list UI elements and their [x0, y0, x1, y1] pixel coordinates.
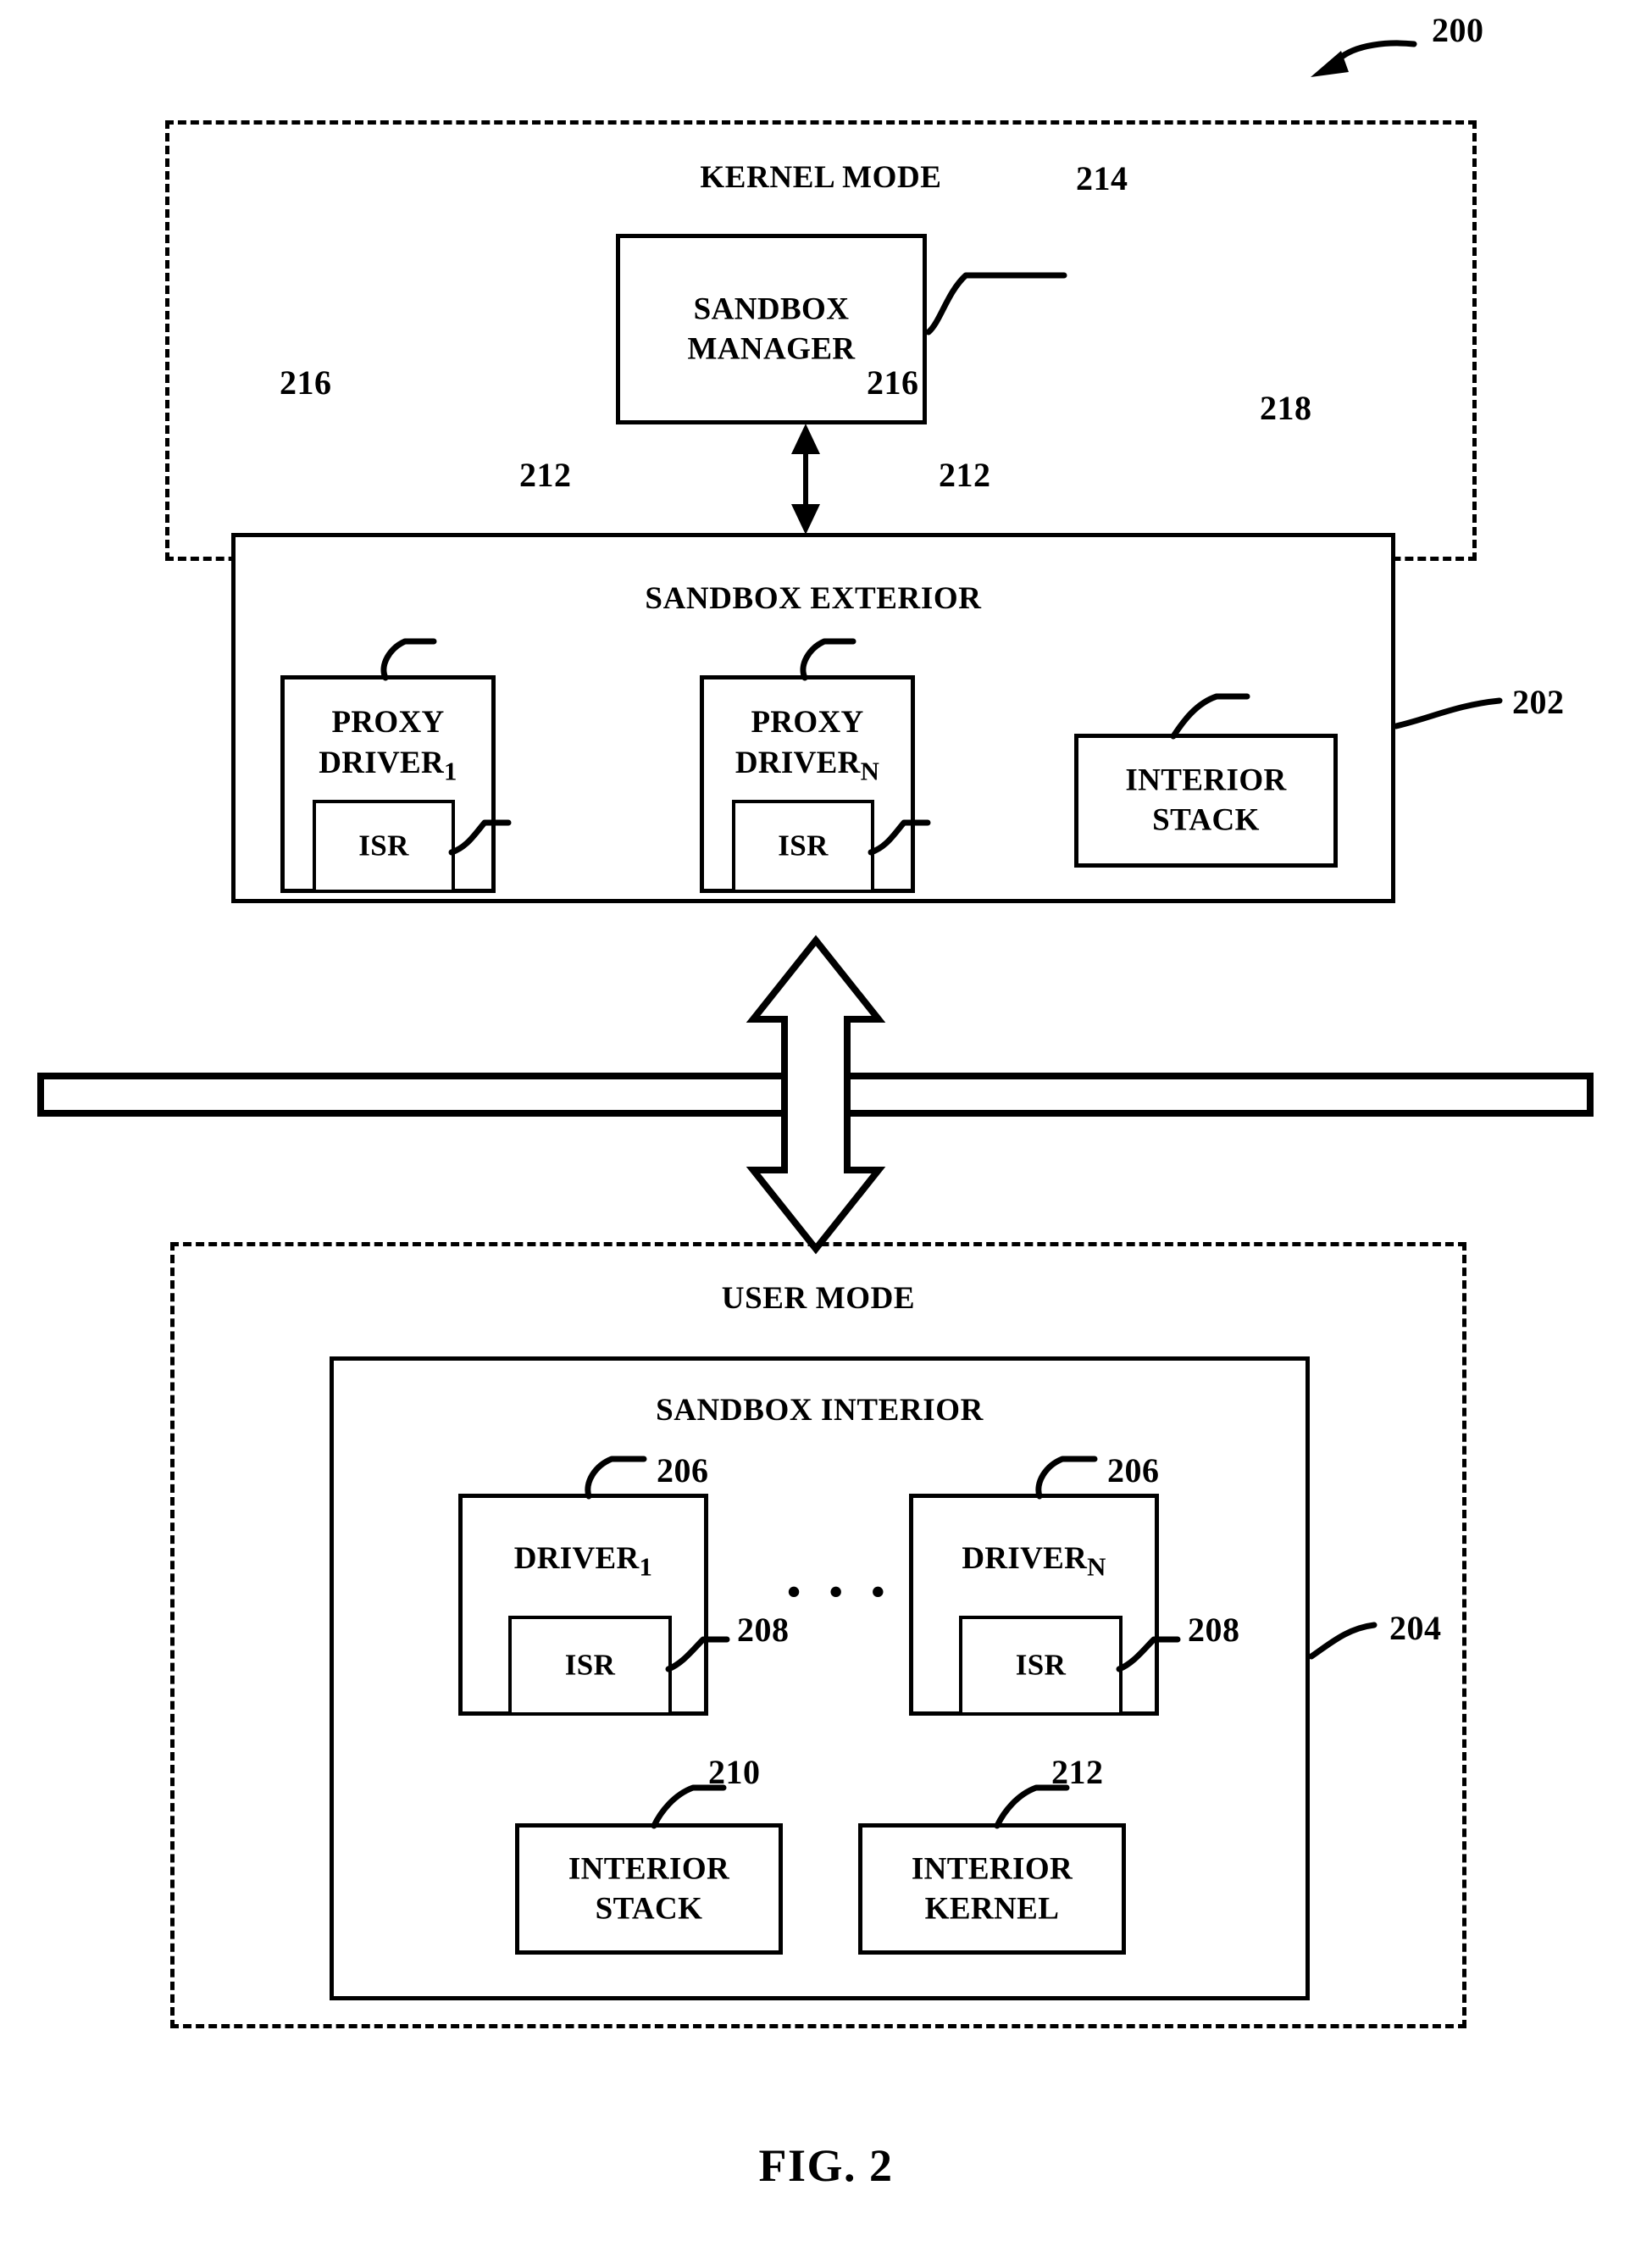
kernel-user-transition-arrow	[746, 935, 886, 1255]
proxy-driver-n-label-line1: PROXY	[751, 705, 864, 740]
proxy-driver-1-label-line1: PROXY	[331, 705, 445, 740]
ref-208-driver-n: 208	[1188, 1611, 1240, 1649]
ref-206-second: 206	[1107, 1451, 1160, 1489]
proxy-driver-1-isr-label: ISR	[358, 829, 409, 862]
proxy-driver-n-isr-box[interactable]: ISR	[732, 800, 874, 893]
sandbox-manager-label-line1: SANDBOX	[693, 291, 850, 327]
sandbox-interior-title: SANDBOX INTERIOR	[656, 1393, 984, 1428]
sandbox-manager-label: SANDBOX MANAGER	[620, 289, 923, 369]
driver-n-label-text: DRIVERN	[962, 1541, 1106, 1582]
ref-216-first: 216	[280, 363, 332, 402]
sandbox-manager-label-line2: MANAGER	[687, 331, 856, 367]
drivers-ellipsis: • • •	[787, 1570, 895, 1613]
ref-210: 210	[708, 1753, 761, 1791]
ref-200-leader-arrow	[1311, 40, 1417, 77]
interior-kernel-label: INTERIOR KERNEL	[862, 1849, 1122, 1929]
interior-kernel-line2: KERNEL	[924, 1891, 1060, 1927]
patent-figure-canvas: 200 KERNEL MODE SANDBOX MANAGER 214 SAND…	[0, 0, 1652, 2263]
exterior-interior-stack-label: INTERIOR STACK	[1078, 761, 1333, 841]
exterior-interior-stack-line1: INTERIOR	[1125, 763, 1287, 798]
proxy-driver-n-isr-label: ISR	[778, 829, 829, 862]
proxy-driver-1-label-line2: DRIVER1	[319, 746, 457, 786]
user-mode-title: USER MODE	[721, 1281, 916, 1316]
mode-boundary-bar	[37, 1073, 1594, 1117]
driver-n-isr-label: ISR	[1015, 1648, 1067, 1682]
proxy-driver-n-label: PROXY DRIVERN	[704, 702, 911, 789]
interior-stack-label: INTERIOR STACK	[519, 1849, 779, 1929]
exterior-interior-stack-line2: STACK	[1152, 803, 1260, 838]
driver-1-label: DRIVER1	[463, 1539, 704, 1584]
ref-202-leader	[1393, 697, 1503, 729]
driver-1-isr-box[interactable]: ISR	[508, 1616, 672, 1716]
driver-n-label: DRIVERN	[913, 1539, 1155, 1584]
interior-stack-line1: INTERIOR	[568, 1851, 730, 1887]
proxy-driver-1-isr-box[interactable]: ISR	[313, 800, 455, 893]
ref-212-proxy-n: 212	[939, 456, 991, 494]
ref-202: 202	[1512, 683, 1565, 721]
ref-204: 204	[1389, 1609, 1442, 1647]
ref-214: 214	[1076, 159, 1128, 197]
ref-218: 218	[1260, 389, 1312, 427]
ref-208-driver-1: 208	[737, 1611, 790, 1649]
interior-kernel-box[interactable]: INTERIOR KERNEL	[858, 1823, 1126, 1955]
interior-stack-line2: STACK	[595, 1891, 703, 1927]
proxy-driver-1-label: PROXY DRIVER1	[285, 702, 491, 789]
ref-212-proxy-1: 212	[519, 456, 572, 494]
figure-ref-200: 200	[1432, 11, 1484, 49]
kernel-mode-title: KERNEL MODE	[700, 160, 942, 195]
ref-212-interior-kernel: 212	[1051, 1753, 1104, 1791]
driver-1-label-text: DRIVER1	[513, 1541, 653, 1582]
ref-206-first: 206	[657, 1451, 709, 1489]
proxy-driver-n-label-line2: DRIVERN	[735, 746, 880, 786]
figure-caption: FIG. 2	[758, 2140, 894, 2191]
driver-1-isr-label: ISR	[564, 1648, 616, 1682]
sandbox-exterior-title: SANDBOX EXTERIOR	[645, 581, 982, 616]
exterior-interior-stack-box[interactable]: INTERIOR STACK	[1074, 734, 1338, 868]
interior-stack-box[interactable]: INTERIOR STACK	[515, 1823, 783, 1955]
interior-kernel-line1: INTERIOR	[911, 1851, 1073, 1887]
driver-n-isr-box[interactable]: ISR	[959, 1616, 1123, 1716]
ref-216-second: 216	[867, 363, 919, 402]
